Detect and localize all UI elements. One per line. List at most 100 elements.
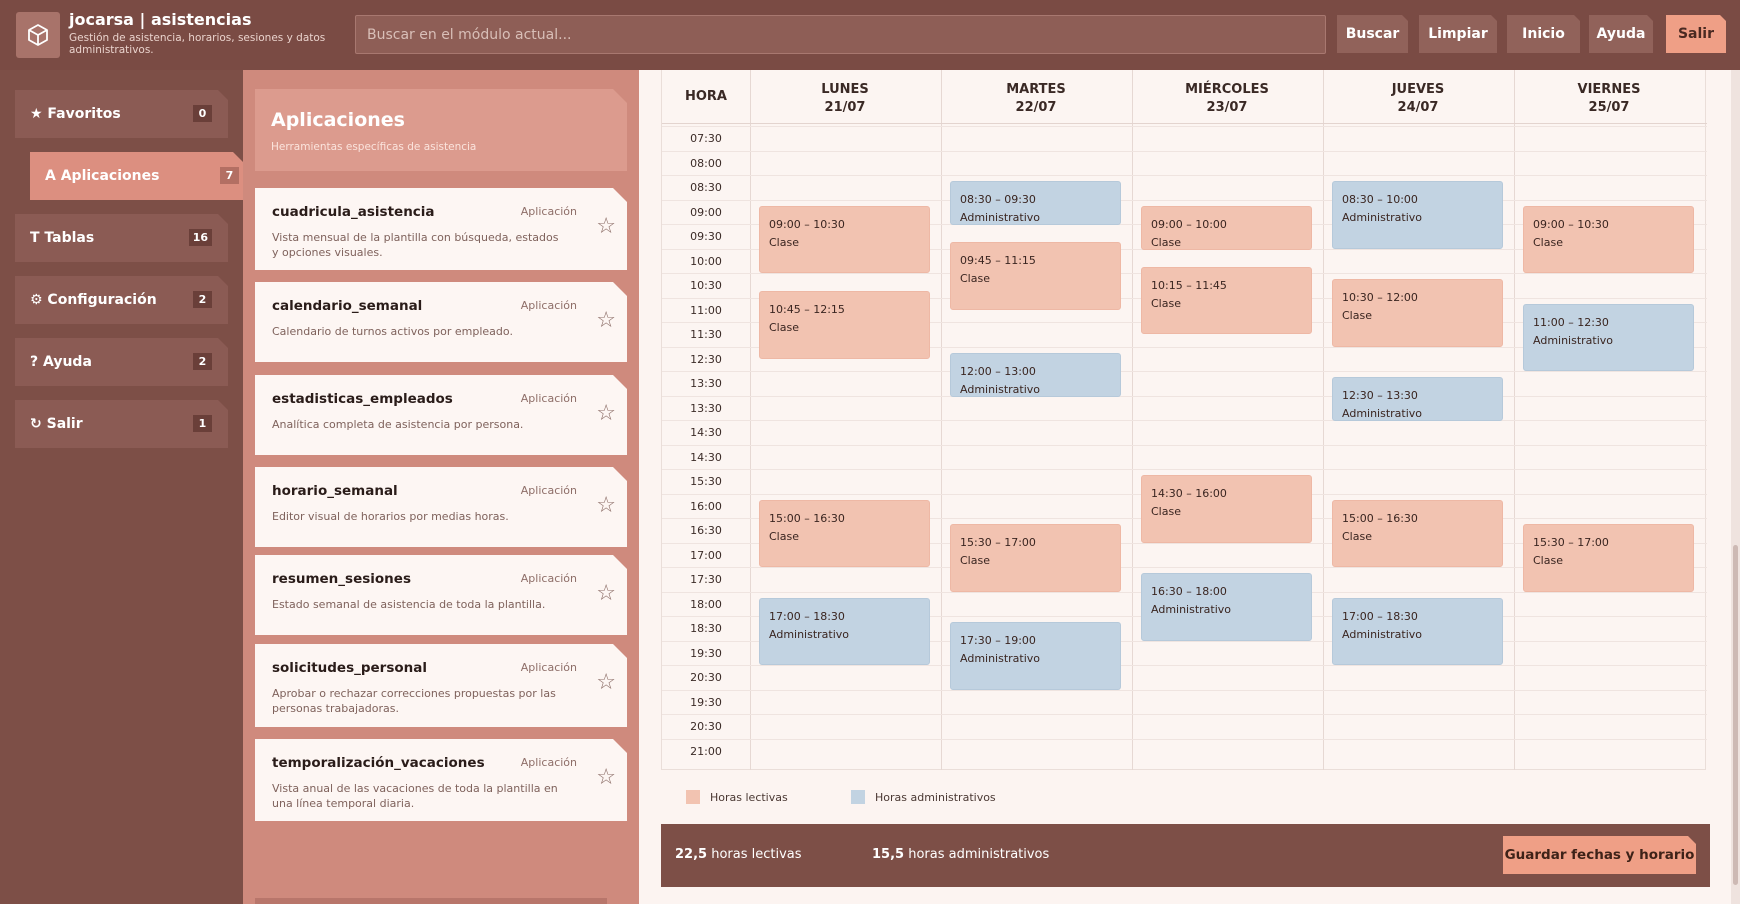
event-clase[interactable]: 14:30 – 16:00 Clase bbox=[1141, 475, 1312, 543]
event-label: Administrativo bbox=[960, 211, 1041, 224]
event-clase[interactable]: 10:45 – 12:15 Clase bbox=[759, 291, 930, 359]
app-name: horario_semanal bbox=[272, 483, 398, 499]
app-card-temporalizacion-vacaciones[interactable]: temporalización_vacaciones Aplicación Vi… bbox=[255, 739, 627, 821]
app-description: Editor visual de horarios por medias hor… bbox=[272, 510, 509, 523]
sidebar-item-label: ↻ Salir bbox=[30, 416, 83, 432]
sidebar-item-salir[interactable]: ↻ Salir 1 bbox=[15, 400, 228, 448]
save-schedule-button[interactable]: Guardar fechas y horario bbox=[1503, 836, 1696, 874]
event-label: Clase bbox=[1533, 554, 1563, 567]
star-icon[interactable]: ☆ bbox=[596, 493, 616, 518]
clear-button[interactable]: Limpiar bbox=[1419, 15, 1497, 53]
sidebar-item-configuracion[interactable]: ⚙ Configuración 2 bbox=[15, 276, 228, 324]
event-administrativo[interactable]: 16:30 – 18:00 Administrativo bbox=[1141, 573, 1312, 641]
sidebar-item-aplicaciones[interactable]: A Aplicaciones 7 bbox=[30, 152, 243, 200]
event-label: Clase bbox=[769, 321, 799, 335]
event-administrativo[interactable]: 17:00 – 18:30 Administrativo bbox=[1332, 597, 1503, 665]
event-administrativo[interactable]: 11:00 – 12:30 Administrativo bbox=[1523, 303, 1694, 371]
day-name: MIÉRCOLES bbox=[1185, 82, 1269, 97]
star-icon[interactable]: ☆ bbox=[596, 670, 616, 695]
star-icon[interactable]: ☆ bbox=[596, 581, 616, 606]
cube-icon[interactable] bbox=[16, 12, 60, 58]
event-time: 10:30 – 12:00 bbox=[1342, 291, 1418, 304]
app-type: Aplicación bbox=[520, 572, 577, 585]
sidebar-item-favoritos[interactable]: ★ Favoritos 0 bbox=[15, 90, 228, 138]
app-card-resumen-sesiones[interactable]: resumen_sesiones Aplicación Estado seman… bbox=[255, 555, 627, 635]
admin-label: horas administrativos bbox=[908, 847, 1050, 862]
event-time: 14:30 – 16:00 bbox=[1151, 487, 1227, 500]
event-administrativo[interactable]: 12:00 – 13:00 Administrativo bbox=[950, 352, 1121, 397]
help-button[interactable]: Ayuda bbox=[1589, 15, 1653, 53]
event-label: Administrativo bbox=[1342, 627, 1423, 641]
app-card-estadisticas-empleados[interactable]: estadisticas_empleados Aplicación Analít… bbox=[255, 375, 627, 455]
schedule-grid[interactable]: HORA LUNES 21/07 MARTES 22/07 MIÉRCOLES 23/07… bbox=[661, 70, 1707, 770]
legend-label: Horas administrativos bbox=[875, 790, 996, 804]
star-icon[interactable]: ☆ bbox=[596, 401, 616, 426]
app-name: resumen_sesiones bbox=[272, 571, 411, 587]
event-label: Clase bbox=[1342, 529, 1372, 543]
search-input[interactable] bbox=[355, 15, 1326, 54]
time-row-line bbox=[662, 665, 1707, 666]
event-administrativo[interactable]: 12:30 – 13:30 Administrativo bbox=[1332, 377, 1503, 421]
time-label: 19:30 bbox=[690, 695, 722, 709]
event-label: Clase bbox=[769, 529, 799, 543]
app-description: Aprobar o rechazar correcciones propuest… bbox=[272, 687, 556, 715]
event-time: 09:45 – 11:15 bbox=[960, 254, 1036, 268]
sidebar-item-tablas[interactable]: T Tablas 16 bbox=[15, 214, 228, 262]
event-time: 09:00 – 10:30 bbox=[769, 217, 845, 231]
legend-swatch-lectivas bbox=[686, 790, 700, 804]
lectivas-total: 22,5 horas lectivas bbox=[675, 847, 802, 862]
time-label: 20:30 bbox=[690, 720, 722, 733]
event-label: Administrativo bbox=[960, 652, 1041, 665]
sidebar-item-label: ? Ayuda bbox=[30, 354, 92, 370]
search-button[interactable]: Buscar bbox=[1337, 15, 1408, 53]
weekly-schedule-area: HORA LUNES 21/07 MARTES 22/07 MIÉRCOLES 23/07… bbox=[639, 70, 1740, 904]
app-type: Aplicación bbox=[520, 299, 577, 312]
time-label: 11:30 bbox=[690, 328, 722, 341]
star-icon[interactable]: ☆ bbox=[596, 765, 616, 790]
admin-total: 15,5 horas administrativos bbox=[872, 847, 1049, 862]
app-name: solicitudes_personal bbox=[272, 660, 427, 676]
time-row-line bbox=[662, 371, 1707, 372]
day-name: JUEVES bbox=[1391, 82, 1445, 97]
event-administrativo[interactable]: 17:30 – 19:00 Administrativo bbox=[950, 622, 1121, 690]
time-label: 18:00 bbox=[690, 597, 722, 611]
event-time: 17:00 – 18:30 bbox=[1342, 609, 1418, 623]
sidebar-item-ayuda[interactable]: ? Ayuda 2 bbox=[15, 338, 228, 386]
sidebar-item-label: ★ Favoritos bbox=[30, 106, 121, 122]
admin-value: 15,5 bbox=[872, 847, 905, 862]
event-administrativo[interactable]: 08:30 – 10:00 Administrativo bbox=[1332, 181, 1503, 249]
event-label: Administrativo bbox=[1342, 211, 1423, 224]
event-clase[interactable]: 09:00 – 10:30 Clase bbox=[1523, 205, 1694, 273]
event-clase[interactable]: 15:00 – 16:30 Clase bbox=[1332, 499, 1503, 567]
star-icon[interactable]: ☆ bbox=[596, 308, 616, 333]
day-header: JUEVES 24/07 bbox=[1323, 81, 1513, 117]
event-clase[interactable]: 15:00 – 16:30 Clase bbox=[759, 499, 930, 567]
event-clase[interactable]: 10:30 – 12:00 Clase bbox=[1332, 279, 1503, 347]
scroll-thumb[interactable] bbox=[1733, 545, 1738, 885]
top-bar: jocarsa | asistencias Gestión de asisten… bbox=[0, 0, 1740, 70]
app-card-calendario-semanal[interactable]: calendario_semanal Aplicación Calendario… bbox=[255, 282, 627, 362]
exit-button[interactable]: Salir bbox=[1666, 15, 1726, 53]
app-card-solicitudes-personal[interactable]: solicitudes_personal Aplicación Aprobar … bbox=[255, 644, 627, 727]
day-header: MARTES 22/07 bbox=[941, 81, 1131, 117]
event-clase[interactable]: 15:30 – 17:00 Clase bbox=[950, 524, 1121, 592]
event-administrativo[interactable]: 08:30 – 09:30 Administrativo bbox=[950, 181, 1121, 225]
time-row-line bbox=[662, 420, 1707, 421]
event-clase[interactable]: 15:30 – 17:00 Clase bbox=[1523, 524, 1694, 592]
sidebar-item-label: T Tablas bbox=[30, 230, 95, 246]
app-card-cuadricula-asistencia[interactable]: cuadricula_asistencia Aplicación Vista m… bbox=[255, 188, 627, 270]
home-button[interactable]: Inicio bbox=[1507, 15, 1580, 53]
event-time: 17:00 – 18:30 bbox=[769, 609, 845, 623]
legend-swatch-administrativas bbox=[851, 790, 865, 804]
event-time: 12:00 – 13:00 bbox=[960, 364, 1036, 378]
app-card-horario-semanal[interactable]: horario_semanal Aplicación Editor visual… bbox=[255, 467, 627, 547]
event-administrativo[interactable]: 17:00 – 18:30 Administrativo bbox=[759, 597, 930, 665]
star-icon[interactable]: ☆ bbox=[596, 214, 616, 239]
event-clase[interactable]: 09:00 – 10:30 Clase bbox=[759, 205, 930, 273]
panel-footer-edge bbox=[255, 898, 607, 904]
event-clase[interactable]: 10:15 – 11:45 Clase bbox=[1141, 266, 1312, 335]
event-clase[interactable]: 09:45 – 11:15 Clase bbox=[950, 242, 1121, 310]
time-row-line bbox=[662, 444, 1707, 446]
scrollbar[interactable] bbox=[1731, 70, 1740, 904]
event-clase[interactable]: 09:00 – 10:00 Clase bbox=[1141, 205, 1312, 250]
